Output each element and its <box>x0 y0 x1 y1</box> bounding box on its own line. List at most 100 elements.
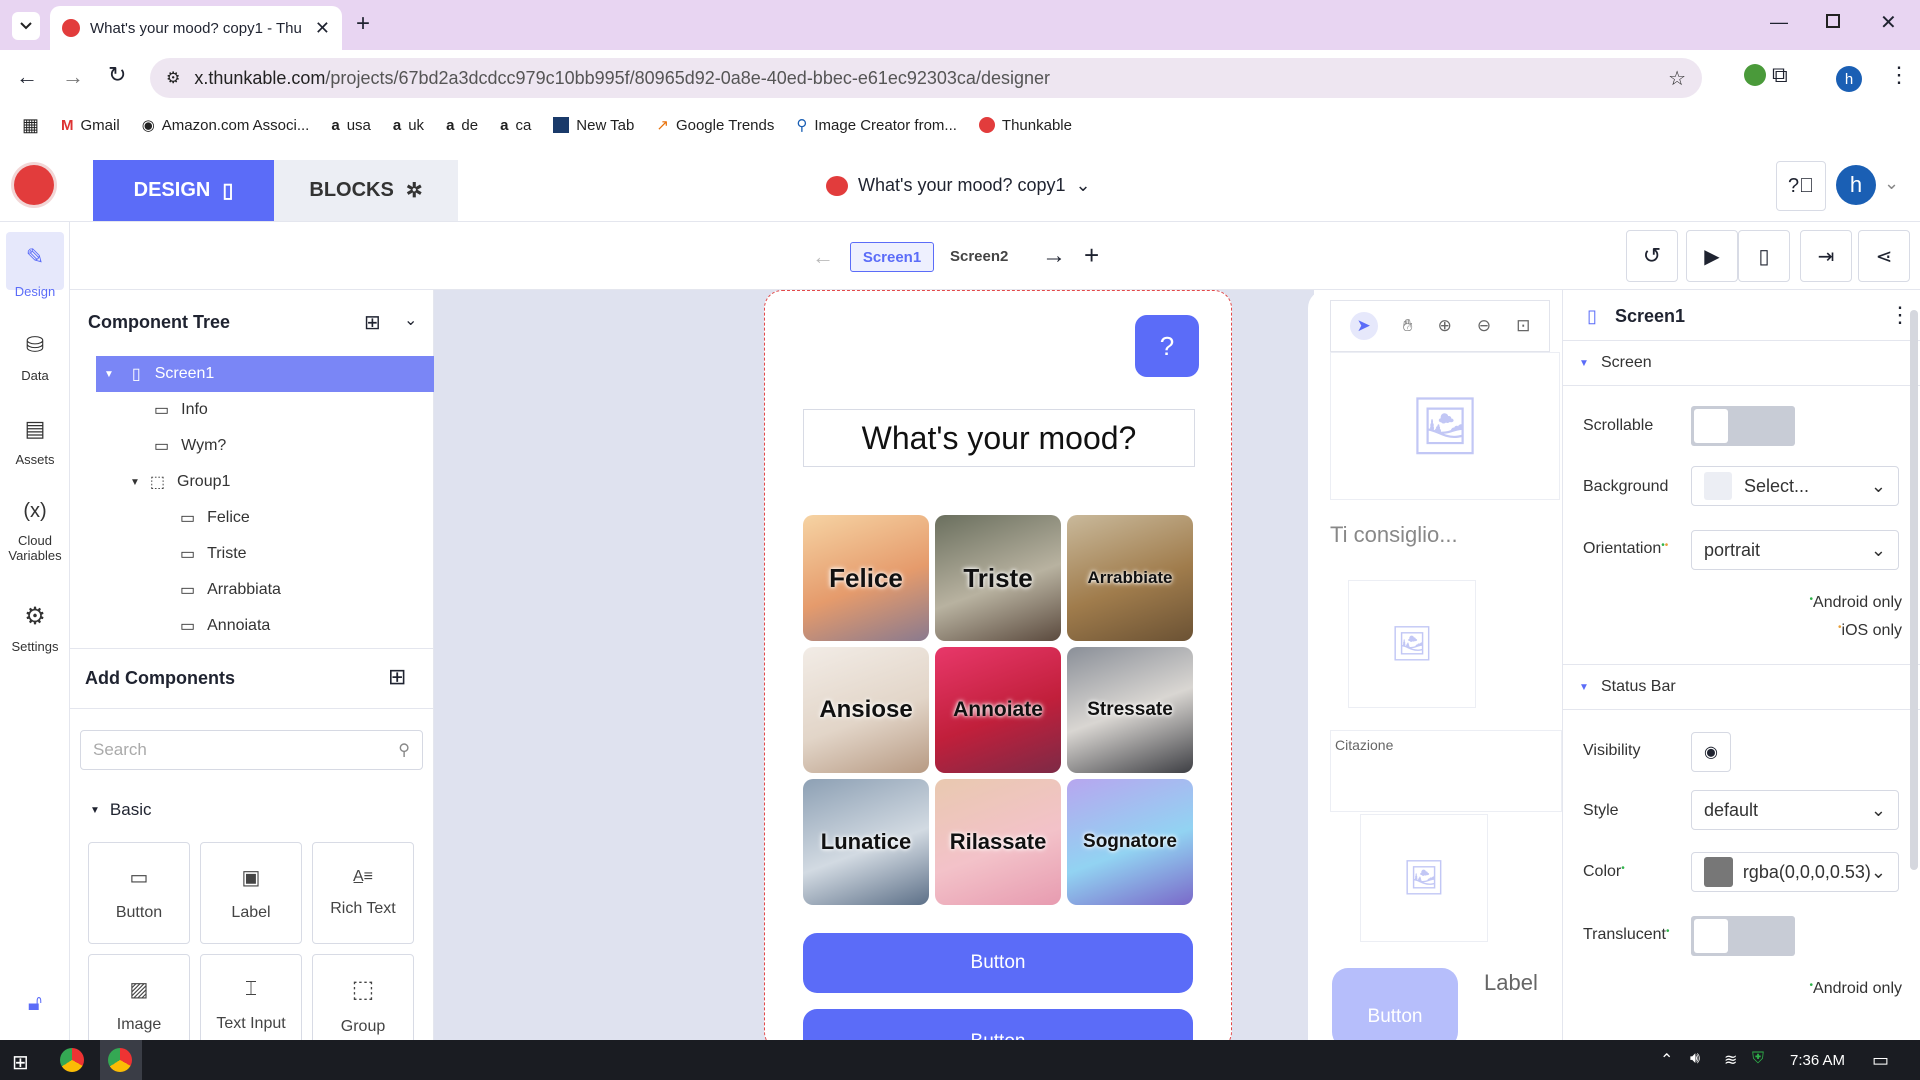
screen2-button[interactable]: Button <box>1332 968 1458 1040</box>
project-title-dropdown[interactable]: What's your mood? copy1 ⌄ <box>826 175 1091 196</box>
star-icon[interactable]: ☆ <box>1668 66 1686 91</box>
windows-start-icon[interactable]: ⊞ <box>12 1050 29 1075</box>
prev-screen-icon[interactable]: ← <box>812 244 834 270</box>
extension-icon[interactable] <box>1744 64 1766 86</box>
bookmark-thunkable[interactable]: Thunkable <box>978 117 1072 134</box>
button-1[interactable]: Button <box>803 933 1193 993</box>
bookmark-image-creator[interactable]: ⚲ Image Creator from... <box>796 116 957 135</box>
close-window-icon[interactable]: ✕ <box>1880 10 1897 35</box>
thunkable-logo-icon[interactable] <box>14 165 54 205</box>
tree-item-info[interactable]: ▭ Info <box>70 392 434 428</box>
rail-assets[interactable]: ▤ Assets <box>0 416 70 467</box>
bookmark-de[interactable]: a de <box>446 117 478 134</box>
back-icon[interactable]: ← <box>16 64 38 90</box>
bookmark-trends[interactable]: ↗ Google Trends <box>656 116 774 135</box>
tray-chevron-icon[interactable]: ⌃ <box>1660 1050 1673 1070</box>
background-select[interactable]: Select... ⌄ <box>1691 466 1899 506</box>
wifi-icon[interactable]: ≋ <box>1724 1050 1737 1070</box>
menu-dots-icon[interactable]: ⋮ <box>1888 62 1910 88</box>
url-field[interactable]: ⚙ x.thunkable.com/projects/67bd2a3dcdcc9… <box>150 58 1702 98</box>
clock-time[interactable]: 7:36 AM <box>1790 1052 1845 1069</box>
screen-tab-screen2[interactable]: Screen2 <box>950 248 1008 265</box>
download-app-icon[interactable]: ⇥ <box>1800 230 1852 282</box>
tab-search-button[interactable] <box>12 12 40 40</box>
tile-stressate[interactable]: Stressate <box>1067 647 1193 773</box>
hand-icon[interactable]: ✋︎ <box>1403 316 1413 336</box>
chevron-down-icon[interactable]: ⌄ <box>1884 173 1899 194</box>
bookmark-ca[interactable]: a ca <box>500 117 531 134</box>
device-preview-icon[interactable]: ▯ <box>1738 230 1790 282</box>
bookmark-uk[interactable]: a uk <box>393 117 424 134</box>
tree-item-felice[interactable]: ▭ Felice <box>70 500 434 536</box>
tile-triste[interactable]: Triste <box>935 515 1061 641</box>
component-button[interactable]: ▭ Button <box>88 842 190 944</box>
reload-icon[interactable]: ↻ <box>108 62 126 88</box>
add-screen-component-icon[interactable]: ⊞ <box>364 310 381 335</box>
screen2-label[interactable]: Label <box>1484 970 1538 996</box>
notification-icon[interactable]: ▭ <box>1872 1050 1889 1071</box>
button-2[interactable]: Button <box>803 1009 1193 1040</box>
site-info-icon[interactable]: ⚙ <box>166 68 180 88</box>
tree-item-arrabbiata[interactable]: ▭ Arrabbiata <box>70 572 434 608</box>
user-avatar[interactable]: h <box>1836 165 1876 205</box>
tab-blocks[interactable]: BLOCKS ✲ <box>274 160 458 221</box>
image-placeholder-2[interactable]: 🖼︎ <box>1348 580 1476 708</box>
eye-icon[interactable]: ◉ <box>1691 732 1731 772</box>
puzzle-icon[interactable]: ⧉ <box>1772 62 1788 88</box>
orientation-select[interactable]: portrait ⌄ <box>1691 530 1899 570</box>
profile-avatar[interactable]: h <box>1836 66 1862 92</box>
tile-felice[interactable]: Felice <box>803 515 929 641</box>
tile-sognatore[interactable]: Sognatore <box>1067 779 1193 905</box>
maximize-icon[interactable] <box>1826 14 1840 28</box>
select-cursor-icon[interactable]: ➤ <box>1349 312 1378 340</box>
new-tab-icon[interactable]: + <box>356 10 370 38</box>
screen-tab-screen1[interactable]: Screen1 <box>850 242 934 272</box>
minimize-icon[interactable]: — <box>1770 12 1788 33</box>
color-select[interactable]: rgba(0,0,0,0.53) ⌄ <box>1691 852 1899 892</box>
help-icon[interactable]: ?⃞ <box>1776 161 1826 211</box>
next-screen-icon[interactable]: → <box>1042 242 1066 270</box>
rail-cloud-variables[interactable]: (x) Cloud Variables <box>0 500 70 563</box>
forward-icon[interactable]: → <box>62 64 84 90</box>
volume-icon[interactable]: 🔊︎ <box>1690 1050 1700 1068</box>
zoom-in-icon[interactable]: ⊕ <box>1438 316 1452 336</box>
image-placeholder-1[interactable]: 🖼︎ <box>1330 352 1560 500</box>
status-bar-section-header[interactable]: ▼ Status Bar <box>1563 664 1920 710</box>
tree-item-wym[interactable]: ▭ Wym? <box>70 428 434 464</box>
history-icon[interactable]: ↺ <box>1626 230 1678 282</box>
bookmark-usa[interactable]: a usa <box>331 117 371 134</box>
tile-annoiate[interactable]: Annoiate <box>935 647 1061 773</box>
rail-design[interactable]: ✎ Design <box>0 244 70 299</box>
translucent-toggle[interactable] <box>1691 916 1795 956</box>
fit-screen-icon[interactable]: ⊡ <box>1516 316 1530 336</box>
apps-grid-icon[interactable]: ▦ <box>22 115 39 136</box>
screen-section-header[interactable]: ▼ Screen <box>1563 340 1920 386</box>
bookmark-gmail[interactable]: M Gmail <box>61 117 120 134</box>
recommend-label[interactable]: Ti consiglio... <box>1330 522 1458 548</box>
style-select[interactable]: default ⌄ <box>1691 790 1899 830</box>
add-component-icon[interactable]: ⊞ <box>388 664 406 690</box>
chevron-down-icon[interactable]: ⌄ <box>404 310 417 330</box>
tree-item-group1[interactable]: ▼ ⬚ Group1 <box>70 464 434 500</box>
phone-screen2[interactable]: ➤ ✋︎ ⊕ ⊖ ⊡ 🖼︎ Ti consiglio... 🖼︎ Citazio… <box>1310 290 1562 1040</box>
quote-label[interactable]: Citazione <box>1330 730 1562 812</box>
lock-icon[interactable]: 🔓︎ <box>0 990 70 1016</box>
rail-settings[interactable]: ⚙ Settings <box>0 602 70 654</box>
share-icon[interactable]: ⋖ <box>1858 230 1910 282</box>
more-options-icon[interactable]: ⋮ <box>1889 302 1911 328</box>
basic-section-toggle[interactable]: ▼ Basic <box>90 800 151 820</box>
scrollable-toggle[interactable] <box>1691 406 1795 446</box>
tile-ansiose[interactable]: Ansiose <box>803 647 929 773</box>
image-placeholder-3[interactable]: 🖼︎ <box>1360 814 1488 942</box>
bookmark-newtab[interactable]: New Tab <box>553 117 634 134</box>
bookmark-amazon[interactable]: ◉ Amazon.com Associ... <box>142 116 310 135</box>
rail-data[interactable]: ⛁ Data <box>0 332 70 383</box>
mood-heading[interactable]: What's your mood? <box>803 409 1195 467</box>
tile-lunatice[interactable]: Lunatice <box>803 779 929 905</box>
tile-rilassate[interactable]: Rilassate <box>935 779 1061 905</box>
add-screen-icon[interactable]: + <box>1084 240 1099 271</box>
component-search-input[interactable]: Search ⚲ <box>80 730 423 770</box>
tile-arrabbiate[interactable]: Arrabbiate <box>1067 515 1193 641</box>
help-button[interactable]: ? <box>1135 315 1199 377</box>
chrome-icon[interactable] <box>108 1048 132 1072</box>
